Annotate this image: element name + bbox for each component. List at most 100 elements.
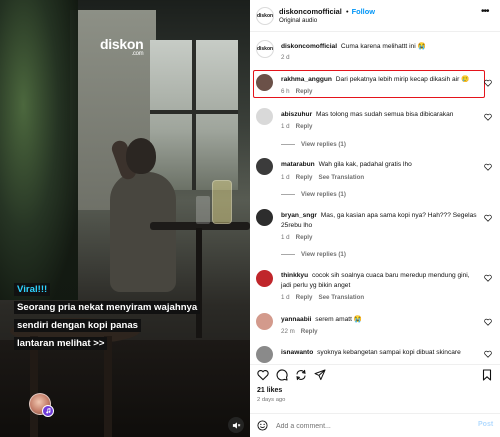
- music-note-icon: [46, 408, 51, 414]
- caption-line: Seorang pria nekat menyiram wajahnya: [14, 301, 201, 314]
- profile-avatar[interactable]: diskon: [256, 7, 274, 25]
- caption-line: lantaran melihat >>: [14, 337, 108, 350]
- comment-text: rakhma_anggun Dari pekatnya lebih mirip …: [281, 75, 481, 85]
- see-translation-button[interactable]: See Translation: [318, 294, 364, 301]
- comment-body: Cuma karena melihattt ini 😭: [340, 43, 426, 50]
- comment-username[interactable]: yannaabii: [281, 316, 311, 323]
- comment-username[interactable]: rakhma_anggun: [281, 76, 332, 83]
- comment-meta: 6 h Reply: [281, 88, 312, 95]
- comment-text: thinkkyu cocok sih soalnya cuaca baru me…: [281, 271, 481, 290]
- comment-time: 22 m: [281, 328, 295, 335]
- comment-body: cocok sih soalnya cuaca baru meredup men…: [281, 272, 470, 289]
- comment-username[interactable]: thinkkyu: [281, 272, 308, 279]
- mute-button[interactable]: [228, 417, 244, 433]
- replies-divider: [281, 193, 295, 195]
- like-heart-icon[interactable]: [484, 274, 492, 282]
- share-icon[interactable]: [295, 369, 307, 381]
- reply-button[interactable]: Reply: [296, 234, 313, 241]
- view-replies-button[interactable]: View replies (1): [281, 251, 346, 258]
- see-translation-button[interactable]: See Translation: [318, 174, 364, 181]
- video-watermark-logo: diskon .com: [100, 36, 144, 57]
- comment-meta: 1 d Reply: [281, 123, 312, 130]
- reply-button[interactable]: Reply: [296, 88, 313, 95]
- bookmark-icon[interactable]: [481, 369, 493, 381]
- follow-button[interactable]: • Follow: [346, 7, 375, 16]
- commenter-avatar[interactable]: [256, 313, 273, 330]
- separator-dot: •: [346, 7, 349, 16]
- watermark-text: diskon: [100, 36, 144, 52]
- comment-text: yannaabii serem amatt 😭: [281, 315, 481, 325]
- more-options-icon[interactable]: •••: [481, 6, 489, 17]
- view-replies-label: View replies (1): [301, 141, 346, 148]
- view-replies-label: View replies (1): [301, 191, 346, 198]
- reply-button[interactable]: Reply: [301, 328, 318, 335]
- comments-panel: diskon diskoncomofficial • Follow Origina…: [250, 0, 500, 437]
- comment-meta: 1 d Reply See Translation: [281, 294, 364, 301]
- comment-time: 1 d: [281, 234, 290, 241]
- commenter-avatar[interactable]: [256, 209, 273, 226]
- comment-text: diskoncomofficial Cuma karena melihattt …: [281, 42, 481, 52]
- stool-leg: [30, 336, 38, 437]
- like-heart-icon[interactable]: [484, 214, 492, 222]
- comment-icon[interactable]: [276, 369, 288, 381]
- comment-time: 6 h: [281, 88, 290, 95]
- like-heart-icon[interactable]: [484, 350, 492, 358]
- audio-badge-icon[interactable]: [42, 405, 54, 417]
- send-icon[interactable]: [314, 369, 326, 381]
- replies-divider: [281, 143, 295, 145]
- comment-meta: 2 d: [281, 54, 290, 61]
- comment-input[interactable]: [276, 419, 466, 433]
- comment-composer: Post: [250, 413, 500, 437]
- background-plants: [0, 0, 78, 300]
- like-heart-icon[interactable]: [484, 163, 492, 171]
- commenter-avatar[interactable]: [256, 74, 273, 91]
- comment-text: matarabun Wah gila kak, padahal gratis l…: [281, 160, 481, 170]
- comment-username[interactable]: diskoncomofficial: [281, 43, 337, 50]
- like-heart-icon[interactable]: [484, 318, 492, 326]
- avatar-logo-text: diskon: [256, 13, 274, 19]
- post-button[interactable]: Post: [478, 421, 493, 428]
- video-player[interactable]: diskon .com Viral!!! Seorang pria nekat …: [0, 0, 250, 437]
- likes-count[interactable]: 21 likes: [257, 387, 282, 394]
- action-bar: [250, 364, 500, 384]
- reply-button[interactable]: Reply: [296, 294, 313, 301]
- commenter-avatar[interactable]: [256, 158, 273, 175]
- caption-line: Viral!!!: [14, 283, 51, 296]
- commenter-avatar[interactable]: [256, 346, 273, 363]
- person-figure: [110, 172, 176, 292]
- comment-username[interactable]: isnawanto: [281, 349, 313, 356]
- commenter-avatar[interactable]: [256, 270, 273, 287]
- view-replies-label: View replies (1): [301, 251, 346, 258]
- avatar-logo-text: diskon: [256, 46, 274, 52]
- follow-label: Follow: [351, 7, 375, 16]
- comment-username[interactable]: matarabun: [281, 161, 315, 168]
- reply-button[interactable]: Reply: [296, 174, 313, 181]
- audio-link[interactable]: Original audio: [279, 17, 317, 24]
- like-heart-icon[interactable]: [484, 113, 492, 121]
- reply-button[interactable]: Reply: [296, 123, 313, 130]
- view-replies-button[interactable]: View replies (1): [281, 141, 346, 148]
- comment-text: abiszuhur Mas tolong mas sudah semua bis…: [281, 110, 481, 120]
- bottle: [212, 180, 232, 224]
- heart-icon[interactable]: [257, 369, 269, 381]
- post-header: diskon diskoncomofficial • Follow Origina…: [250, 0, 500, 32]
- view-replies-button[interactable]: View replies (1): [281, 191, 346, 198]
- post-username[interactable]: diskoncomofficial: [279, 7, 342, 16]
- comment-username[interactable]: abiszuhur: [281, 111, 312, 118]
- caption-avatar[interactable]: diskon: [256, 40, 274, 58]
- stool-leg: [104, 336, 112, 437]
- comment-time: 1 d: [281, 174, 290, 181]
- caption-line: sendiri dengan kopi panas: [14, 319, 142, 332]
- comment-username[interactable]: bryan_sngr: [281, 212, 317, 219]
- background-window: [150, 40, 238, 190]
- video-caption: Viral!!! Seorang pria nekat menyiram waj…: [14, 279, 246, 351]
- like-heart-icon[interactable]: [484, 79, 492, 87]
- emoji-icon[interactable]: [257, 420, 268, 431]
- commenter-avatar[interactable]: [256, 108, 273, 125]
- person-head: [126, 138, 156, 174]
- comment-meta: 22 m Reply: [281, 328, 318, 335]
- comment-meta: 1 d Reply: [281, 234, 312, 241]
- watermark-suffix: .com: [131, 51, 144, 57]
- post-date: 2 days ago: [257, 397, 286, 403]
- comment-time: 2 d: [281, 54, 290, 61]
